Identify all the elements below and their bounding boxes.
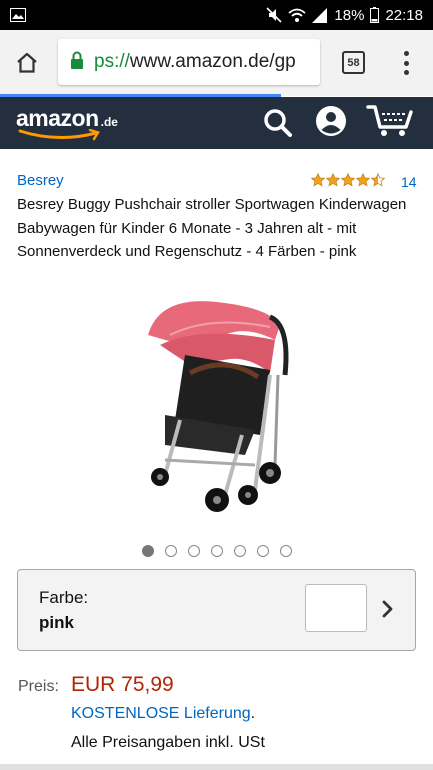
free-shipping-link[interactable]: KOSTENLOSE Lieferung — [71, 705, 251, 722]
star-full-icon — [311, 173, 325, 187]
lock-icon — [70, 51, 84, 74]
carousel-dot[interactable] — [257, 545, 269, 557]
search-button[interactable] — [262, 107, 294, 144]
logo-word: amazon — [16, 105, 99, 131]
clock: 22:18 — [385, 6, 423, 24]
star-full-icon — [326, 173, 340, 187]
chevron-right-icon — [382, 600, 393, 618]
logo-tld: .de — [100, 115, 118, 129]
home-icon — [17, 52, 37, 73]
image-carousel-dots — [142, 545, 292, 557]
price-label: Preis: — [18, 678, 59, 695]
search-icon — [264, 109, 292, 137]
color-variation-selector[interactable]: Farbe: pink — [17, 569, 416, 651]
star-half-icon — [371, 173, 385, 187]
stroller-illustration — [148, 301, 289, 512]
carousel-dot[interactable] — [188, 545, 200, 557]
smile-icon — [18, 129, 100, 141]
mute-icon — [266, 7, 282, 23]
status-bar: 18% 22:18 — [0, 0, 433, 30]
price-value: EUR 75,99 — [71, 673, 174, 696]
battery-icon — [370, 7, 380, 23]
variation-value: pink — [39, 613, 74, 632]
url-scheme: ps:// — [94, 51, 130, 72]
price-row: Preis: EUR 75,99 — [18, 673, 174, 697]
account-button[interactable] — [315, 105, 347, 142]
shipping-info: KOSTENLOSE Lieferung. — [71, 705, 255, 723]
battery-percent: 18% — [334, 6, 365, 24]
overflow-menu-button[interactable] — [394, 48, 418, 78]
browser-toolbar: ps:// www.amazon.de/gp 58 — [0, 30, 433, 96]
signal-icon — [312, 7, 328, 23]
shipping-suffix: . — [250, 705, 256, 722]
rating-count-link[interactable]: 14 — [401, 174, 417, 190]
url-host: www.amazon.de/gp — [129, 51, 296, 72]
section-divider — [0, 764, 433, 770]
image-icon — [10, 8, 26, 22]
dot-icon — [403, 70, 409, 75]
product-image[interactable] — [130, 295, 300, 520]
color-swatch[interactable] — [305, 584, 367, 632]
carousel-dot[interactable] — [211, 545, 223, 557]
variation-label: Farbe: — [39, 588, 89, 607]
url-bar[interactable]: ps:// www.amazon.de/gp — [58, 39, 320, 85]
brand-link[interactable]: Besrey — [17, 172, 64, 189]
tab-switcher-button[interactable]: 58 — [342, 51, 365, 74]
dot-icon — [403, 60, 409, 66]
star-full-icon — [341, 173, 355, 187]
cart-button[interactable] — [366, 103, 414, 144]
carousel-dot[interactable] — [165, 545, 177, 557]
dot-icon — [403, 51, 409, 56]
amazon-logo[interactable]: amazon .de — [16, 105, 118, 141]
carousel-dot[interactable] — [142, 545, 154, 557]
wifi-icon — [288, 8, 307, 23]
star-full-icon — [356, 173, 370, 187]
home-button[interactable] — [0, 30, 54, 96]
carousel-dot[interactable] — [234, 545, 246, 557]
cart-icon — [366, 105, 413, 136]
star-rating[interactable] — [311, 173, 385, 187]
user-icon — [316, 106, 346, 136]
amazon-header: amazon .de — [0, 97, 433, 149]
product-title: Besrey Buggy Pushchair stroller Sportwag… — [17, 196, 407, 260]
carousel-dot[interactable] — [280, 545, 292, 557]
vat-note: Alle Preisangaben inkl. USt — [71, 734, 265, 751]
